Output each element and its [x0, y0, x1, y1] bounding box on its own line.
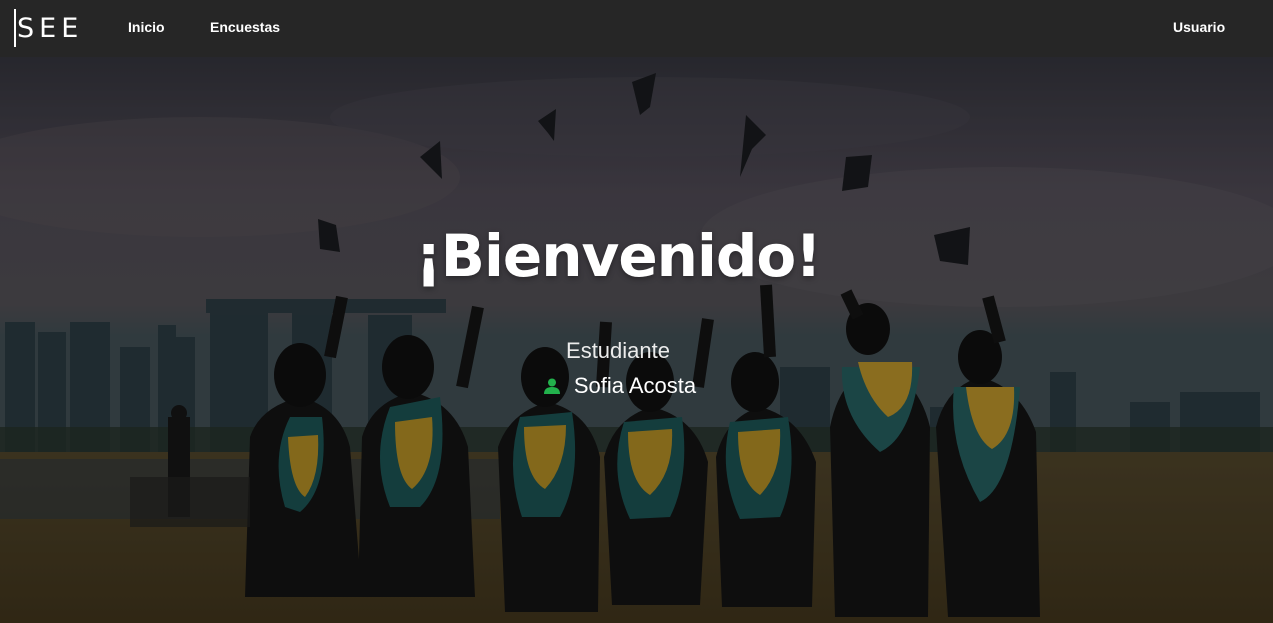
user-info: Sofia Acosta [0, 372, 1240, 400]
welcome-title: ¡Bienvenido! [415, 222, 821, 290]
top-navbar: SEE Inicio Encuestas Usuario [0, 0, 1273, 57]
hero-banner: ¡Bienvenido! Estudiante Sofia Acosta [0, 57, 1273, 623]
person-icon [543, 378, 560, 394]
user-name: Sofia Acosta [573, 373, 697, 398]
brand-logo[interactable]: SEE [14, 9, 83, 47]
user-menu-link[interactable]: Usuario [1173, 18, 1225, 36]
nav-link-inicio[interactable]: Inicio [128, 18, 165, 36]
user-role-label: Estudiante [566, 338, 670, 363]
nav-link-encuestas[interactable]: Encuestas [210, 18, 280, 36]
